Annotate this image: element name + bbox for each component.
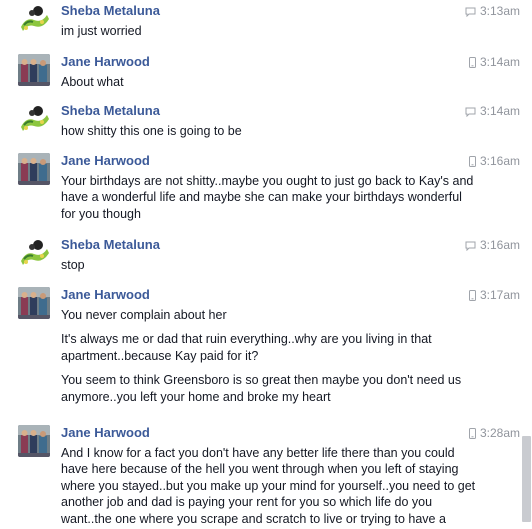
- scrollbar[interactable]: [520, 0, 532, 529]
- mobile-phone-icon: [468, 156, 476, 168]
- message: Jane Harwood 3:17am You never complain a…: [0, 287, 520, 411]
- message-text: stop: [61, 258, 85, 272]
- sender-name[interactable]: Jane Harwood: [61, 425, 150, 441]
- timestamp-text: 3:14am: [479, 104, 520, 118]
- timestamp: 3:16am: [465, 238, 520, 252]
- sender-name[interactable]: Jane Harwood: [61, 54, 150, 70]
- avatar[interactable]: [18, 3, 50, 35]
- avatar[interactable]: [18, 153, 50, 185]
- chat-bubble-icon: [465, 7, 476, 17]
- sender-name[interactable]: Sheba Metaluna: [61, 237, 160, 253]
- message-text: About what: [61, 75, 124, 89]
- message: Jane Harwood 3:14am About what: [0, 54, 520, 90]
- message: Jane Harwood 3:16am Your birthdays are n…: [0, 153, 520, 223]
- timestamp-text: 3:16am: [479, 154, 520, 168]
- sender-name[interactable]: Sheba Metaluna: [61, 3, 160, 19]
- timestamp: 3:14am: [465, 104, 520, 118]
- timestamp: 3:14am: [468, 55, 520, 69]
- message: Sheba Metaluna 3:13am im just worried: [0, 3, 520, 39]
- chat-bubble-icon: [465, 241, 476, 251]
- timestamp-text: 3:16am: [479, 238, 520, 252]
- sender-name[interactable]: Jane Harwood: [61, 287, 150, 303]
- message-body: About what: [61, 74, 476, 90]
- message-body: Your birthdays are not shitty..maybe you…: [61, 173, 476, 222]
- message: Sheba Metaluna 3:14am how shitty this on…: [0, 103, 520, 139]
- avatar[interactable]: [18, 54, 50, 86]
- timestamp: 3:16am: [468, 154, 520, 168]
- message-body: You never complain about her It's always…: [61, 307, 476, 405]
- avatar[interactable]: [18, 237, 50, 269]
- message-text: Your birthdays are not shitty..maybe you…: [61, 174, 474, 221]
- mobile-phone-icon: [468, 428, 476, 440]
- sender-name[interactable]: Jane Harwood: [61, 153, 150, 169]
- message-body: stop: [61, 257, 476, 273]
- avatar[interactable]: [18, 425, 50, 457]
- message-text: how shitty this one is going to be: [61, 124, 242, 138]
- avatar[interactable]: [18, 103, 50, 135]
- message-text: It's always me or dad that ruin everythi…: [61, 332, 432, 363]
- message-text: im just worried: [61, 24, 142, 38]
- message-text: And I know for a fact you don't have any…: [61, 446, 476, 526]
- message-thread: Sheba Metaluna 3:13am im just worried Ja…: [0, 0, 520, 529]
- chat-bubble-icon: [465, 107, 476, 117]
- timestamp-text: 3:14am: [479, 55, 520, 69]
- message-text: You never complain about her: [61, 308, 227, 322]
- timestamp: 3:28am: [468, 426, 520, 440]
- mobile-phone-icon: [468, 290, 476, 302]
- timestamp: 3:17am: [468, 288, 520, 302]
- avatar[interactable]: [18, 287, 50, 319]
- scrollbar-thumb[interactable]: [522, 436, 531, 522]
- message-body: im just worried: [61, 23, 476, 39]
- message: Sheba Metaluna 3:16am stop: [0, 237, 520, 273]
- sender-name[interactable]: Sheba Metaluna: [61, 103, 160, 119]
- timestamp-text: 3:28am: [479, 426, 520, 440]
- timestamp: 3:13am: [465, 4, 520, 18]
- message: Jane Harwood 3:28am And I know for a fac…: [0, 425, 520, 529]
- timestamp-text: 3:17am: [479, 288, 520, 302]
- message-body: how shitty this one is going to be: [61, 123, 476, 139]
- message-body: And I know for a fact you don't have any…: [61, 445, 476, 527]
- mobile-phone-icon: [468, 57, 476, 69]
- timestamp-text: 3:13am: [479, 4, 520, 18]
- message-text: You seem to think Greensboro is so great…: [61, 373, 462, 404]
